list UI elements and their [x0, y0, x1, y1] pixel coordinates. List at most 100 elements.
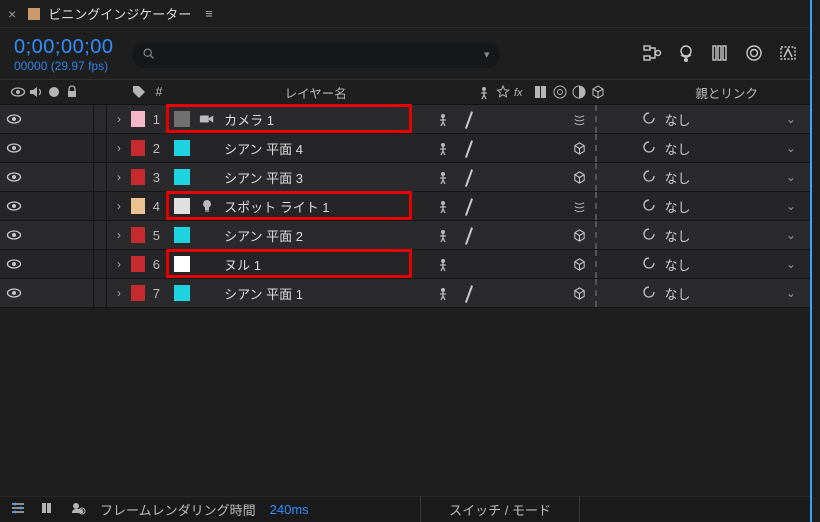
layer-name-cell[interactable]: シアン 平面 1	[168, 279, 426, 307]
pickwhip-icon[interactable]	[641, 284, 659, 302]
render-time-icon[interactable]	[70, 500, 86, 519]
twirl-icon[interactable]: ›	[107, 105, 130, 133]
label-color[interactable]	[131, 134, 145, 162]
toggle-switches-icon[interactable]	[10, 500, 26, 519]
shy-cell[interactable]	[80, 279, 94, 307]
collapse-switch[interactable]	[459, 225, 479, 245]
chevron-down-icon[interactable]: ▾	[484, 48, 490, 61]
handle-column[interactable]	[426, 221, 459, 249]
solo-cell[interactable]	[94, 134, 108, 162]
layer-row[interactable]: ›2シアン 平面 4なし⌄	[0, 134, 810, 163]
label-color[interactable]	[131, 192, 145, 220]
solo-cell[interactable]	[94, 105, 108, 133]
layer-name-cell[interactable]: ヌル 1	[168, 250, 426, 278]
label-color[interactable]	[131, 250, 145, 278]
collapse-switch[interactable]	[459, 196, 479, 216]
parent-header[interactable]: 親とリンク	[637, 83, 806, 102]
shy-cell[interactable]	[80, 163, 94, 191]
visibility-cell[interactable]	[0, 192, 80, 220]
label-color[interactable]	[131, 279, 145, 307]
handle-column[interactable]	[426, 163, 459, 191]
comp-flowchart-icon[interactable]	[642, 43, 662, 66]
solo-cell[interactable]	[94, 250, 108, 278]
handle-column[interactable]	[426, 105, 459, 133]
layer-row[interactable]: ›6ヌル 1なし⌄	[0, 250, 810, 279]
collapse-switch[interactable]	[459, 138, 479, 158]
visibility-cell[interactable]	[0, 105, 80, 133]
parent-dropdown[interactable]: なし⌄	[665, 226, 810, 245]
label-color[interactable]	[131, 105, 145, 133]
pickwhip-icon[interactable]	[641, 226, 659, 244]
handle-column[interactable]	[426, 134, 459, 162]
threed-switch[interactable]	[569, 254, 589, 274]
solo-cell[interactable]	[94, 192, 108, 220]
layer-name-cell[interactable]: シアン 平面 2	[168, 221, 426, 249]
visibility-cell[interactable]	[0, 279, 80, 307]
layer-row[interactable]: ›4スポット ライト 1なし⌄	[0, 192, 810, 221]
layer-row[interactable]: ›3シアン 平面 3なし⌄	[0, 163, 810, 192]
layer-search-field[interactable]: ▾	[132, 42, 500, 68]
parent-dropdown[interactable]: なし⌄	[665, 284, 810, 303]
threed-switch[interactable]	[569, 138, 589, 158]
shy-layers-icon[interactable]	[710, 43, 730, 66]
handle-column[interactable]	[426, 250, 459, 278]
shy-cell[interactable]	[80, 192, 94, 220]
motion-blur-icon[interactable]	[778, 43, 798, 66]
solo-cell[interactable]	[94, 163, 108, 191]
threed-switch[interactable]	[569, 196, 589, 216]
timecode-main[interactable]: 0;00;00;00	[14, 36, 114, 59]
twirl-icon[interactable]: ›	[107, 192, 130, 220]
layer-name-cell[interactable]: シアン 平面 3	[168, 163, 426, 191]
pickwhip-icon[interactable]	[641, 110, 659, 128]
twirl-icon[interactable]: ›	[107, 279, 130, 307]
pickwhip-icon[interactable]	[641, 139, 659, 157]
layer-name-cell[interactable]: カメラ 1	[168, 105, 426, 133]
solo-cell[interactable]	[94, 221, 108, 249]
label-color[interactable]	[131, 221, 145, 249]
layer-row[interactable]: ›1カメラ 1なし⌄	[0, 105, 810, 134]
parent-dropdown[interactable]: なし⌄	[665, 255, 810, 274]
shy-cell[interactable]	[80, 134, 94, 162]
twirl-icon[interactable]: ›	[107, 250, 130, 278]
collapse-switch[interactable]	[459, 283, 479, 303]
twirl-icon[interactable]: ›	[107, 221, 130, 249]
handle-column[interactable]	[426, 192, 459, 220]
threed-switch[interactable]	[569, 225, 589, 245]
visibility-cell[interactable]	[0, 163, 80, 191]
close-icon[interactable]: ×	[8, 6, 16, 22]
pickwhip-icon[interactable]	[641, 255, 659, 273]
visibility-cell[interactable]	[0, 134, 80, 162]
pickwhip-icon[interactable]	[641, 197, 659, 215]
shy-cell[interactable]	[80, 250, 94, 278]
threed-switch[interactable]	[569, 167, 589, 187]
twirl-icon[interactable]: ›	[107, 134, 130, 162]
parent-dropdown[interactable]: なし⌄	[665, 197, 810, 216]
panel-menu-icon[interactable]: ≡	[205, 6, 213, 21]
layer-name-cell[interactable]: シアン 平面 4	[168, 134, 426, 162]
label-color[interactable]	[131, 163, 145, 191]
twirl-icon[interactable]: ›	[107, 163, 130, 191]
draft3d-icon[interactable]	[676, 43, 696, 66]
visibility-cell[interactable]	[0, 221, 80, 249]
switches-modes-toggle[interactable]: スイッチ / モード	[420, 497, 580, 522]
visibility-cell[interactable]	[0, 250, 80, 278]
parent-dropdown[interactable]: なし⌄	[665, 139, 810, 158]
layer-name-header[interactable]: レイヤー名	[173, 83, 453, 102]
collapse-switch[interactable]	[459, 167, 479, 187]
layer-row[interactable]: ›5シアン 平面 2なし⌄	[0, 221, 810, 250]
handle-column[interactable]	[426, 279, 459, 307]
collapse-switch[interactable]	[459, 109, 479, 129]
shy-cell[interactable]	[80, 105, 94, 133]
layer-name-cell[interactable]: スポット ライト 1	[168, 192, 426, 220]
layer-row[interactable]: ›7シアン 平面 1なし⌄	[0, 279, 810, 308]
threed-switch[interactable]	[569, 283, 589, 303]
threed-switch[interactable]	[569, 109, 589, 129]
current-time[interactable]: 0;00;00;00 00000 (29.97 fps)	[14, 36, 114, 73]
parent-dropdown[interactable]: なし⌄	[665, 168, 810, 187]
pickwhip-icon[interactable]	[641, 168, 659, 186]
parent-dropdown[interactable]: なし⌄	[665, 110, 810, 129]
collapse-switch[interactable]	[459, 254, 479, 274]
frame-blend-icon[interactable]	[744, 43, 764, 66]
solo-cell[interactable]	[94, 279, 108, 307]
toggle-switches2-icon[interactable]	[40, 500, 56, 519]
